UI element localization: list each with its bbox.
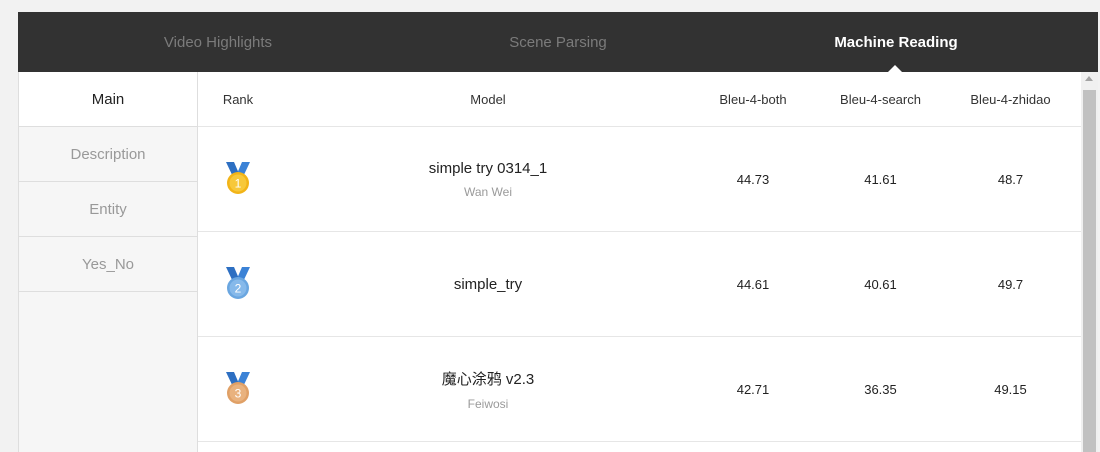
- model-author: Wan Wei: [463, 184, 512, 199]
- bleu-4-search-value: 41.61: [864, 171, 897, 187]
- sidebar: Main Description Entity Yes_No: [18, 72, 198, 452]
- table-header-row: Rank Model Bleu-4-both Bleu-4-search Ble…: [198, 72, 1081, 127]
- model-name: simple try 0314_1: [428, 159, 548, 177]
- model-name: 魔心涂鸦 v2.3: [441, 370, 535, 388]
- scroll-up-arrow-icon[interactable]: [1085, 76, 1093, 81]
- leaderboard-frame: Video Highlights Scene Parsing Machine R…: [18, 12, 1098, 452]
- column-header-rank: Rank: [222, 91, 254, 107]
- gold-medal-icon: 1: [226, 162, 250, 194]
- tab-scene-parsing[interactable]: Scene Parsing: [388, 12, 728, 72]
- model-cell: simple try 0314_1 Wan Wei: [278, 127, 698, 231]
- bleu-4-zhidao-value: 48.7: [997, 171, 1024, 187]
- bleu-4-search-value: 36.35: [864, 381, 897, 397]
- column-header-bleu-4-zhidao: Bleu-4-zhidao: [970, 91, 1051, 107]
- table-row: 1 simple try 0314_1 Wan Wei 44.73 41.61 …: [198, 127, 1081, 232]
- scrollbar-thumb[interactable]: [1083, 90, 1096, 452]
- rank-cell: 3: [198, 337, 278, 441]
- bleu-4-both-value: 44.61: [736, 276, 770, 292]
- bronze-medal-icon: 3: [226, 372, 250, 404]
- bleu-4-zhidao-value: 49.15: [994, 381, 1027, 397]
- bleu-4-both-value: 42.71: [736, 381, 770, 397]
- sidebar-item-description[interactable]: Description: [19, 127, 197, 182]
- table-row: 2 simple_try 44.61 40.61 49.7: [198, 232, 1081, 337]
- model-author: Feiwosi: [467, 396, 509, 411]
- rank-cell: 1: [198, 127, 278, 231]
- bleu-4-zhidao-value: 49.7: [997, 276, 1024, 292]
- bleu-4-both-value: 44.73: [736, 171, 770, 187]
- tab-machine-reading[interactable]: Machine Reading: [726, 12, 1066, 72]
- model-name: simple_try: [453, 275, 523, 293]
- medal-rank-number: 1: [235, 177, 242, 191]
- column-header-model: Model: [470, 91, 506, 107]
- medal-rank-number: 2: [235, 282, 242, 296]
- model-cell: 魔心涂鸦 v2.3 Feiwosi: [278, 337, 698, 441]
- medal-rank-number: 3: [235, 387, 242, 401]
- sidebar-item-yes-no[interactable]: Yes_No: [19, 237, 197, 292]
- column-header-bleu-4-search: Bleu-4-search: [840, 91, 921, 107]
- table-row: 3 魔心涂鸦 v2.3 Feiwosi 42.71 36.35 49.15: [198, 337, 1081, 442]
- column-header-bleu-4-both: Bleu-4-both: [719, 91, 787, 107]
- sidebar-item-main[interactable]: Main: [19, 72, 197, 127]
- top-navigation: Video Highlights Scene Parsing Machine R…: [18, 12, 1098, 72]
- model-cell: simple_try: [278, 232, 698, 336]
- bleu-4-search-value: 40.61: [864, 276, 897, 292]
- vertical-scrollbar[interactable]: [1081, 72, 1098, 452]
- active-tab-caret-icon: [888, 65, 902, 72]
- leaderboard-table: Rank Model Bleu-4-both Bleu-4-search Ble…: [198, 72, 1081, 452]
- tab-video-highlights[interactable]: Video Highlights: [48, 12, 388, 72]
- sidebar-item-entity[interactable]: Entity: [19, 182, 197, 237]
- silver-medal-icon: 2: [226, 267, 250, 299]
- rank-cell: 2: [198, 232, 278, 336]
